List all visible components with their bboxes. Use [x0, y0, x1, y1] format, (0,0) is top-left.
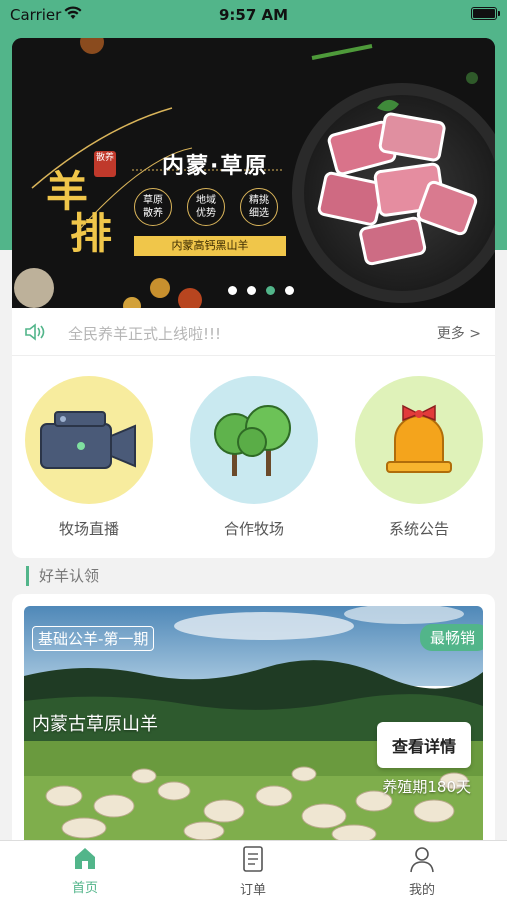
feature-partner-farm[interactable]: 合作牧场 [190, 376, 318, 539]
user-icon [410, 847, 434, 873]
feature-announcements[interactable]: 系统公告 [355, 376, 483, 539]
carousel-dot-active[interactable] [265, 286, 275, 295]
quick-menu-card: 全民养羊正式上线啦!!! 更多 > 牧场直播 合作牧场 系统公告 [12, 308, 495, 558]
home-icon [75, 848, 95, 869]
feature-label: 合作牧场 [223, 520, 284, 538]
feature-live-farm[interactable]: 牧场直播 [25, 376, 153, 539]
section-title: 好羊认领 [26, 566, 99, 586]
product-card[interactable]: 基础公羊-第一期 最畅销 内蒙古草原山羊 查看详情 养殖期180天 [12, 594, 495, 840]
more-link[interactable]: 更多 > [437, 323, 481, 343]
carousel-dot[interactable] [246, 286, 256, 295]
tab-profile[interactable]: 我的 [382, 845, 462, 898]
trees-icon [190, 376, 318, 504]
farm-name: 内蒙古草原山羊 [32, 714, 158, 735]
banner-badge-1: 草原 散养 [134, 188, 172, 226]
promo-banner[interactable]: 散养 羊 排 内蒙·草原 草原 散养 地域 优势 精挑 细选 内蒙高钙黑山羊 [12, 38, 495, 308]
carousel-indicator[interactable] [12, 286, 495, 295]
banner-badge-2: 地域 优势 [187, 188, 225, 226]
banner-heading: 内蒙·草原 [162, 154, 269, 179]
carousel-dot[interactable] [284, 286, 294, 295]
tab-orders[interactable]: 订单 [213, 845, 293, 898]
announcement-text: 全民养羊正式上线啦!!! [68, 325, 222, 343]
carousel-dot[interactable] [227, 286, 237, 295]
battery-icon [471, 7, 500, 20]
free-range-tag: 散养 [94, 151, 116, 177]
tab-label: 订单 [239, 883, 266, 898]
feature-label: 系统公告 [388, 520, 449, 538]
bottom-tab-bar: 首页 订单 我的 [0, 840, 507, 900]
breeding-period: 养殖期180天 [382, 778, 471, 796]
product-name: 基础公羊-第一期 [32, 626, 155, 651]
banner-badge-3: 精挑 细选 [240, 188, 278, 226]
video-camera-icon [25, 376, 153, 504]
bestseller-badge: 最畅销 [419, 624, 483, 651]
tab-label: 首页 [71, 881, 98, 896]
product-image: 基础公羊-第一期 最畅销 内蒙古草原山羊 查看详情 养殖期180天 [24, 606, 483, 840]
tab-label: 我的 [408, 883, 435, 898]
bell-icon [355, 376, 483, 504]
status-bar: Carrier 9:57 AM [0, 0, 507, 30]
banner-ribbon: 内蒙高钙黑山羊 [134, 236, 286, 256]
banner-char-pai: 排 [70, 209, 113, 258]
tab-home[interactable]: 首页 [45, 845, 125, 896]
announcement-bar[interactable]: 全民养羊正式上线啦!!! 更多 > [12, 308, 495, 356]
order-icon [243, 846, 263, 872]
speaker-icon [24, 323, 46, 345]
view-details-button[interactable]: 查看详情 [377, 722, 471, 768]
feature-label: 牧场直播 [58, 520, 119, 538]
clock: 9:57 AM [218, 6, 289, 24]
